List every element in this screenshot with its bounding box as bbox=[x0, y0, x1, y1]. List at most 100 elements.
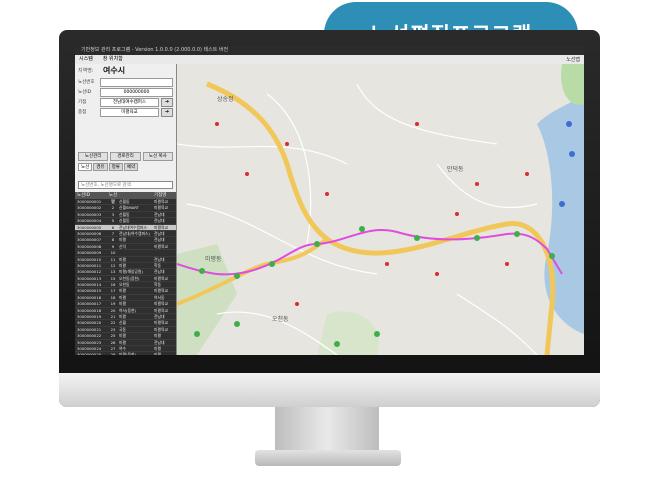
table-cell: 3000000012 bbox=[77, 269, 102, 275]
table-cell: 미평육교 bbox=[154, 301, 168, 307]
table-body: 3000000001 1 신월동 미평육교 3000000002 2 신월SMART 미평육교… bbox=[75, 199, 176, 355]
table-cell: 미평 bbox=[154, 345, 161, 351]
menu-item-window[interactable]: 창 위치함 bbox=[103, 55, 123, 64]
table-cell: 10 bbox=[110, 250, 116, 256]
table-cell: 신월동 bbox=[119, 211, 130, 217]
tab-route[interactable]: 노선 bbox=[78, 163, 93, 171]
route-map[interactable]: 미평동 만덕동 오천동 상송정 bbox=[177, 64, 584, 355]
table-cell: 11 bbox=[110, 256, 116, 262]
map-label: 상송정 bbox=[217, 96, 234, 103]
route-copy-button[interactable]: 노선 복사 bbox=[142, 152, 173, 161]
start-stop-input[interactable]: 전남대여수캠퍼스 bbox=[100, 97, 159, 107]
table-cell: 미평육교 bbox=[154, 275, 168, 281]
menu-item-system[interactable]: 시스템 bbox=[79, 55, 93, 64]
table-cell: 1 bbox=[111, 199, 115, 204]
region-label: 지역명: bbox=[78, 68, 94, 74]
table-cell: 여수 bbox=[119, 345, 126, 351]
table-cell: 오천동 bbox=[119, 282, 130, 288]
table-cell: 25 bbox=[110, 333, 116, 339]
col-route-id[interactable]: 노선ID bbox=[75, 192, 107, 199]
table-cell: 미평 bbox=[119, 314, 126, 320]
route-number-input[interactable] bbox=[100, 77, 173, 87]
table-cell: 미평 bbox=[154, 333, 161, 339]
map-label: 오천동 bbox=[272, 316, 289, 323]
table-cell: 3000000003 bbox=[77, 211, 102, 217]
monitor-chin bbox=[59, 373, 600, 407]
table-cell: 미평육교 bbox=[154, 307, 168, 313]
table-cell: 3000000014 bbox=[77, 282, 102, 288]
route-sidebar: 지역명: 여수시 노선번호 노선ID 000000000 기점 전남대여수캠퍼스… bbox=[75, 64, 177, 355]
tab-route-map[interactable]: 노선맵 bbox=[566, 56, 580, 63]
tab-stop[interactable]: 정류 bbox=[108, 163, 123, 171]
table-cell: 3000000007 bbox=[77, 237, 102, 243]
table-cell: 17 bbox=[110, 288, 116, 294]
table-cell: 2 bbox=[111, 205, 115, 211]
table-cell: 20 bbox=[110, 307, 116, 313]
table-cell: 전남대 bbox=[154, 211, 165, 217]
table-cell: 신월SMART bbox=[119, 205, 139, 211]
route-manage-button[interactable]: 노선관리 bbox=[78, 152, 109, 161]
table-cell: 오천동(웅천) bbox=[119, 275, 140, 281]
start-lookup-button[interactable]: ➜ bbox=[161, 97, 173, 107]
table-cell: 미평 bbox=[119, 288, 126, 294]
table-cell: 23 bbox=[110, 326, 116, 332]
table-cell: 전남대 bbox=[154, 269, 165, 275]
table-cell: 미평육교 bbox=[154, 199, 168, 204]
table-header: 노선ID 노선명 기점명 bbox=[75, 192, 176, 205]
monitor-stand-neck bbox=[275, 407, 379, 455]
table-cell: 전남대 bbox=[154, 256, 165, 262]
table-cell: 3000000017 bbox=[77, 301, 102, 307]
table-cell: 미평 bbox=[119, 237, 126, 243]
path-manage-button[interactable]: 경로관리 bbox=[110, 152, 141, 161]
table-cell: 3000000009 bbox=[77, 250, 102, 256]
table-cell: 19 bbox=[110, 301, 116, 307]
route-id-input[interactable]: 000000000 bbox=[100, 87, 173, 97]
table-cell: 미평 bbox=[119, 256, 126, 262]
col-start-name[interactable]: 기점명 bbox=[154, 192, 176, 199]
field-start: 기점 전남대여수캠퍼스 ➜ bbox=[78, 97, 173, 107]
table-cell: 미평 bbox=[119, 333, 126, 339]
col-route-name[interactable]: 노선명 bbox=[107, 192, 119, 205]
map-label: 미평동 bbox=[205, 256, 222, 263]
menu-bar: 시스템 창 위치함 bbox=[75, 55, 584, 64]
table-cell: 전남대(여수캠퍼스) bbox=[119, 230, 150, 236]
end-lookup-button[interactable]: ➜ bbox=[161, 107, 173, 117]
table-cell: 전남대 bbox=[154, 237, 165, 243]
tab-via[interactable]: 경유 bbox=[93, 163, 108, 171]
table-cell: 국동 bbox=[119, 326, 126, 332]
monitor-stand-foot bbox=[255, 450, 401, 466]
table-cell: 3000000023 bbox=[77, 339, 102, 345]
table-cell: 3000000011 bbox=[77, 262, 102, 268]
table-cell: 신월동 bbox=[119, 218, 130, 224]
table-cell: 3000000008 bbox=[77, 243, 102, 249]
field-label: 기점 bbox=[78, 100, 87, 105]
table-cell: 미평육교 bbox=[154, 243, 168, 249]
table-cell: 3000000013 bbox=[77, 275, 102, 281]
table-cell: 전남대 bbox=[154, 230, 165, 236]
table-cell: 13 bbox=[110, 269, 116, 275]
table-cell: 3000000020 bbox=[77, 320, 102, 326]
monitor: 기반정보 관리 프로그램 - Version 1.0.0.0 (2.000.0.… bbox=[59, 30, 600, 407]
route-search-input[interactable]: 노선번호, 노선명으로 검색 bbox=[78, 181, 173, 189]
table-cell: 3000000022 bbox=[77, 333, 102, 339]
field-label: 종점 bbox=[78, 110, 87, 115]
field-end: 종점 미평육교 ➜ bbox=[78, 107, 173, 117]
table-cell: 미평육교 bbox=[154, 326, 168, 332]
table-cell: 미평 bbox=[119, 339, 126, 345]
end-stop-input[interactable]: 미평육교 bbox=[100, 107, 159, 117]
table-cell: 학동 bbox=[154, 282, 161, 288]
field-label: 노선ID bbox=[78, 90, 92, 95]
map-label: 만덕동 bbox=[447, 166, 464, 173]
field-route-id: 노선ID 000000000 bbox=[78, 87, 173, 97]
table-cell: 전남대 bbox=[154, 218, 165, 224]
table-cell: 3000000021 bbox=[77, 326, 102, 332]
park-area bbox=[561, 64, 584, 105]
table-cell: 15 bbox=[110, 275, 116, 281]
table-cell: 학동 bbox=[154, 262, 161, 268]
table-cell: 3000000002 bbox=[77, 205, 102, 211]
tab-reserve[interactable]: 예약 bbox=[123, 163, 139, 171]
table-cell: 21 bbox=[110, 314, 116, 320]
map-canvas[interactable] bbox=[177, 64, 584, 355]
table-cell: 미평 bbox=[119, 262, 126, 268]
table-cell: 6 bbox=[111, 224, 115, 230]
